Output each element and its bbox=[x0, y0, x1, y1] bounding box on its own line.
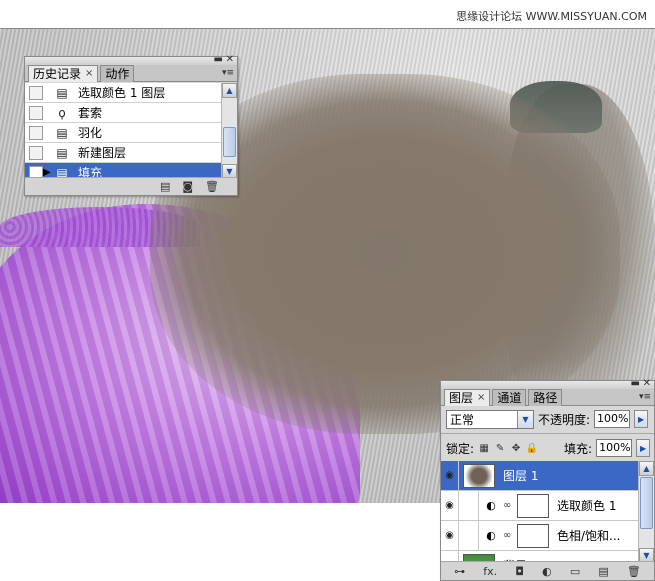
tab-channels[interactable]: 通道 bbox=[492, 389, 527, 406]
adjustment-layer-icon: ◐ bbox=[486, 529, 496, 542]
tab-layers[interactable]: 图层 × bbox=[444, 389, 491, 406]
tab-label: 图层 bbox=[449, 391, 474, 405]
adjustment-layer-icon: ◐ bbox=[486, 499, 496, 512]
trash-icon[interactable]: 🗑 bbox=[205, 180, 219, 193]
layers-list: ◉ 图层 1 ◉ ◐ ∞ 选取颜色 1 ◉ ◐ ∞ 色相/饱和... ◉ 背景 bbox=[441, 461, 639, 563]
lock-image-brush-icon[interactable]: ✎ bbox=[494, 442, 506, 454]
tab-paths[interactable]: 路径 bbox=[528, 389, 563, 406]
fill-label: 填充: bbox=[564, 441, 593, 456]
layer-thumbnail bbox=[463, 463, 495, 488]
lasso-icon: ϙ bbox=[58, 105, 66, 120]
new-document-from-state-icon[interactable]: ▤ bbox=[160, 180, 170, 193]
workspace-blank bbox=[0, 503, 440, 581]
panel-menu-icon[interactable]: ▾≡ bbox=[222, 68, 234, 78]
history-item[interactable]: ▤ 选取颜色 1 图层 bbox=[25, 83, 223, 103]
lock-label: 锁定: bbox=[446, 441, 475, 456]
history-item-label: 套索 bbox=[78, 106, 103, 120]
tab-close-icon[interactable]: × bbox=[85, 66, 93, 82]
panel-titlebar[interactable]: ▬ ✕ bbox=[25, 55, 237, 65]
layer-row[interactable]: ◉ ◐ ∞ 选取颜色 1 bbox=[441, 491, 639, 521]
history-item-label: 羽化 bbox=[78, 126, 103, 140]
close-icon[interactable]: ✕ bbox=[226, 55, 234, 65]
blend-mode-select[interactable]: 正常 ▼ bbox=[446, 409, 534, 429]
lock-transparency-icon[interactable]: ▦ bbox=[478, 442, 490, 454]
history-item[interactable]: ▤ 羽化 bbox=[25, 123, 223, 143]
history-item-label: 选取颜色 1 图层 bbox=[78, 86, 166, 100]
tab-history[interactable]: 历史记录 × bbox=[28, 65, 99, 82]
blend-row: 正常 ▼ 不透明度: 100% ▶ bbox=[441, 407, 654, 431]
lock-position-move-icon[interactable]: ✥ bbox=[510, 442, 522, 454]
history-item[interactable]: ϙ 套索 bbox=[25, 103, 223, 123]
layer-name: 图层 1 bbox=[503, 469, 539, 483]
tab-label: 路径 bbox=[533, 391, 558, 405]
tab-label: 动作 bbox=[105, 67, 130, 81]
layer-row[interactable]: ◉ ◐ ∞ 色相/饱和... bbox=[441, 521, 639, 551]
history-brush-source-checkbox[interactable] bbox=[29, 85, 43, 100]
tab-actions[interactable]: 动作 bbox=[100, 65, 135, 82]
adjustment-layer-icon: ▤ bbox=[56, 85, 68, 100]
panel-titlebar[interactable]: ▬ ✕ bbox=[441, 379, 654, 389]
adjustment-icon[interactable]: ◐ bbox=[542, 565, 552, 578]
new-layer-icon: ▤ bbox=[56, 145, 68, 160]
panel-menu-icon[interactable]: ▾≡ bbox=[639, 392, 651, 402]
eye-icon[interactable]: ◉ bbox=[441, 491, 459, 520]
history-brush-source-checkbox[interactable] bbox=[29, 145, 43, 160]
link-icon[interactable]: ⊶ bbox=[454, 565, 465, 578]
fx-icon[interactable]: fx. bbox=[483, 565, 497, 578]
history-scrollbar[interactable]: ▲ ▼ bbox=[221, 83, 237, 179]
history-brush-source-checkbox[interactable] bbox=[29, 125, 43, 140]
snapshot-camera-icon[interactable]: ◙ bbox=[182, 180, 193, 193]
scroll-thumb[interactable] bbox=[640, 477, 653, 529]
scroll-thumb[interactable] bbox=[223, 127, 236, 157]
history-list: ▤ 选取颜色 1 图层 ϙ 套索 ▤ 羽化 ▤ 新建图层 ▶ ▤ 填充 bbox=[25, 83, 223, 179]
eye-icon[interactable]: ◉ bbox=[441, 461, 459, 490]
history-brush-source-checkbox[interactable] bbox=[29, 105, 43, 120]
fill-input[interactable]: 100% bbox=[596, 439, 633, 457]
watermark-text: 思缘设计论坛 WWW.MISSYUAN.COM bbox=[456, 10, 647, 23]
close-icon[interactable]: ✕ bbox=[643, 379, 651, 389]
layer-name: 选取颜色 1 bbox=[557, 499, 617, 513]
trash-icon[interactable]: 🗑 bbox=[627, 565, 641, 578]
layer-link-column bbox=[459, 491, 479, 520]
history-item[interactable]: ▤ 新建图层 bbox=[25, 143, 223, 163]
history-item-label: 新建图层 bbox=[78, 146, 127, 160]
layer-mask-thumbnail bbox=[517, 523, 549, 548]
mask-icon[interactable]: ◘ bbox=[515, 565, 524, 578]
folder-icon[interactable]: ▭ bbox=[570, 565, 580, 578]
fill-slider-arrow-icon[interactable]: ▶ bbox=[636, 439, 651, 457]
tab-label: 历史记录 bbox=[33, 67, 82, 81]
watermark-bar: 思缘设计论坛 WWW.MISSYUAN.COM bbox=[0, 0, 655, 28]
new-layer-icon[interactable]: ▤ bbox=[598, 565, 608, 578]
chain-link-icon[interactable]: ∞ bbox=[503, 500, 513, 511]
layers-footer: ⊶ fx. ◘ ◐ ▭ ▤ 🗑 bbox=[441, 561, 654, 580]
layer-row-selected[interactable]: ◉ 图层 1 bbox=[441, 461, 639, 491]
tab-close-icon[interactable]: × bbox=[477, 390, 485, 406]
opacity-slider-arrow-icon[interactable]: ▶ bbox=[634, 410, 649, 428]
chevron-down-icon[interactable]: ▼ bbox=[517, 410, 533, 428]
layers-tabbar: 图层 × 通道 路径 ▾≡ bbox=[441, 389, 654, 406]
opacity-label: 不透明度: bbox=[538, 412, 591, 427]
history-tabbar: 历史记录 × 动作 ▾≡ bbox=[25, 65, 237, 82]
blend-mode-value: 正常 bbox=[450, 412, 475, 427]
opacity-input[interactable]: 100% bbox=[594, 410, 631, 428]
tab-label: 通道 bbox=[497, 391, 522, 405]
minimize-icon[interactable]: ▬ bbox=[631, 379, 640, 389]
lock-row: 锁定: ▦ ✎ ✥ 🔒 填充: 100% ▶ bbox=[441, 437, 654, 459]
minimize-icon[interactable]: ▬ bbox=[214, 55, 223, 65]
lock-all-icon[interactable]: 🔒 bbox=[526, 442, 538, 454]
layer-name: 色相/饱和... bbox=[557, 529, 621, 543]
chain-link-icon[interactable]: ∞ bbox=[503, 530, 513, 541]
scroll-up-icon[interactable]: ▲ bbox=[222, 83, 237, 98]
divider bbox=[441, 433, 654, 434]
feather-icon: ▤ bbox=[56, 125, 68, 140]
layer-mask-thumbnail bbox=[517, 493, 549, 518]
eye-icon[interactable]: ◉ bbox=[441, 521, 459, 550]
layers-scrollbar[interactable]: ▲ ▼ bbox=[638, 461, 654, 563]
history-panel: ▬ ✕ 历史记录 × 动作 ▾≡ ▤ 选取颜色 1 图层 ϙ 套索 ▤ 羽化 ▤… bbox=[24, 55, 238, 196]
history-footer: ▤ ◙ 🗑 bbox=[25, 177, 237, 195]
layers-panel: ▬ ✕ 图层 × 通道 路径 ▾≡ 正常 ▼ 不透明度: 100% ▶ 锁定: … bbox=[440, 379, 655, 581]
scroll-up-icon[interactable]: ▲ bbox=[639, 461, 654, 476]
layer-link-column bbox=[459, 521, 479, 550]
